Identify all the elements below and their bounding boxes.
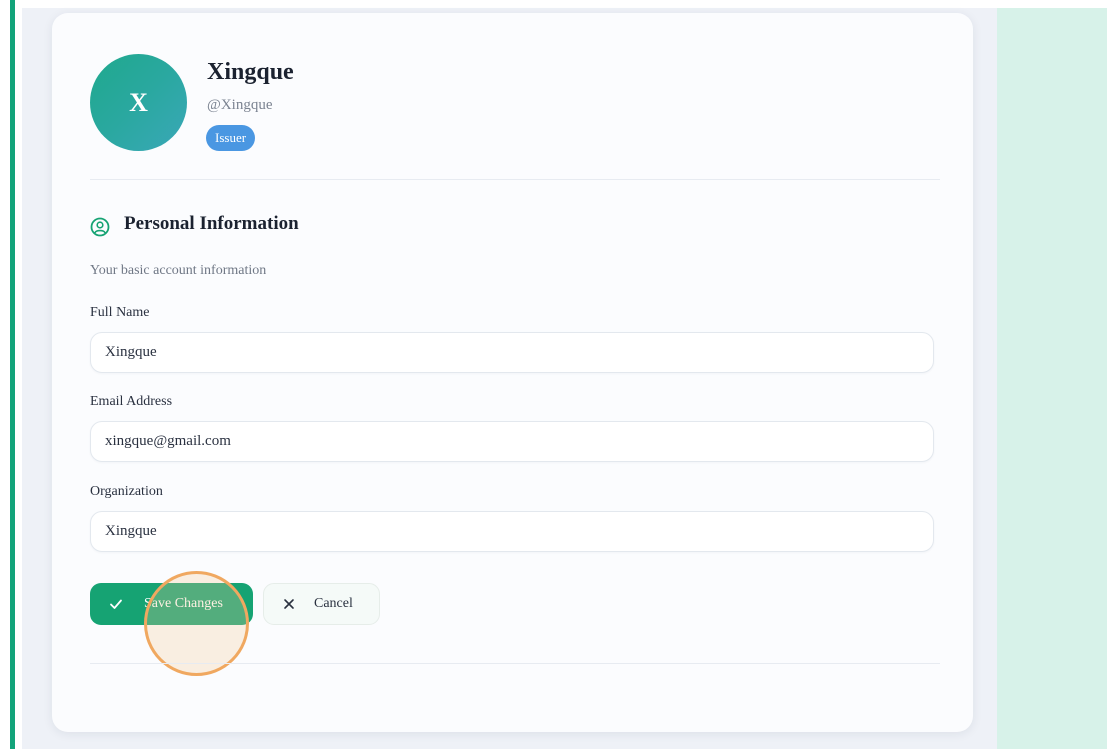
footer-divider bbox=[90, 663, 940, 664]
user-circle-icon bbox=[90, 217, 110, 237]
role-badge: Issuer bbox=[206, 125, 256, 151]
profile-handle: @Xingque bbox=[207, 97, 273, 113]
full-name-label: Full Name bbox=[90, 305, 150, 320]
save-changes-label: Save Changes bbox=[144, 596, 223, 611]
avatar: X bbox=[90, 54, 187, 151]
avatar-initial: X bbox=[129, 87, 148, 117]
section-subtitle: Your basic account information bbox=[90, 263, 267, 278]
right-side-panel bbox=[997, 8, 1107, 749]
save-changes-button[interactable]: Save Changes bbox=[90, 583, 253, 625]
organization-input[interactable] bbox=[90, 511, 934, 552]
cancel-label: Cancel bbox=[314, 596, 353, 611]
check-icon bbox=[110, 599, 122, 609]
close-icon bbox=[284, 599, 294, 609]
email-label: Email Address bbox=[90, 394, 173, 409]
cancel-button[interactable]: Cancel bbox=[263, 583, 380, 625]
header-divider bbox=[90, 179, 940, 180]
profile-name: Xingque bbox=[207, 59, 294, 85]
profile-card: X Xingque @Xingque Issuer Personal Infor… bbox=[52, 13, 973, 732]
email-input[interactable] bbox=[90, 421, 934, 462]
screen: X Xingque @Xingque Issuer Personal Infor… bbox=[0, 0, 1107, 749]
full-name-input[interactable] bbox=[90, 332, 934, 373]
left-edge-accent-bar bbox=[10, 0, 15, 749]
organization-label: Organization bbox=[90, 484, 163, 499]
section-title: Personal Information bbox=[124, 213, 299, 234]
